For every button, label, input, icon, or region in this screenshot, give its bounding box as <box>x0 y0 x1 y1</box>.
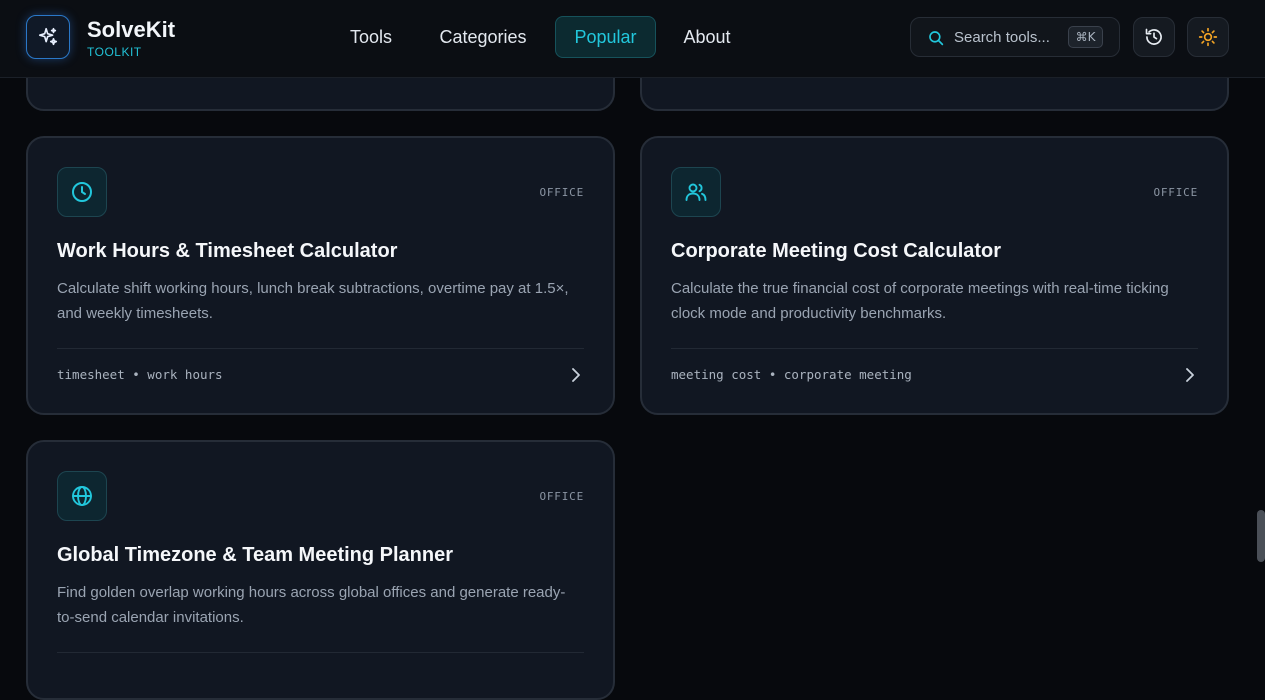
card-title[interactable]: Corporate Meeting Cost Calculator <box>671 240 1001 263</box>
card-tags: meeting cost • corporate meeting <box>671 367 912 382</box>
card-description: Find golden overlap working hours across… <box>57 584 566 626</box>
nav-tools[interactable]: Tools <box>339 16 403 58</box>
card-title[interactable]: Work Hours & Timesheet Calculator <box>57 240 397 263</box>
card-divider <box>671 348 1198 349</box>
logo-sparkles-icon[interactable] <box>26 15 70 59</box>
card-title[interactable]: Global Timezone & Team Meeting Planner <box>57 544 453 567</box>
brand-subtitle: TOOLKIT <box>87 45 142 59</box>
globe-icon <box>57 471 107 521</box>
card-description: Calculate the true financial cost of cor… <box>671 280 1169 322</box>
search-shortcut: ⌘K <box>1068 26 1103 48</box>
nav-about[interactable]: About <box>672 16 742 58</box>
search-placeholder: Search tools... <box>954 29 1050 46</box>
brand-name[interactable]: SolveKit <box>87 17 175 43</box>
search-icon <box>927 29 945 52</box>
theme-toggle-button[interactable] <box>1187 17 1229 57</box>
category-badge: OFFICE <box>539 186 584 199</box>
nav-popular[interactable]: Popular <box>555 16 656 58</box>
tool-card-meeting-cost[interactable]: OFFICE Corporate Meeting Cost Calculator… <box>640 136 1229 415</box>
card-description: Calculate shift working hours, lunch bre… <box>57 280 569 322</box>
chevron-right-icon[interactable] <box>570 367 582 388</box>
users-icon <box>671 167 721 217</box>
category-badge: OFFICE <box>539 490 584 503</box>
history-icon <box>1145 28 1162 45</box>
card-divider <box>57 652 584 653</box>
sun-icon <box>1198 27 1218 47</box>
clock-icon <box>57 167 107 217</box>
search-box[interactable]: Search tools... ⌘K <box>910 17 1120 57</box>
scrollbar-thumb[interactable] <box>1257 510 1265 562</box>
card-tags: timesheet • work hours <box>57 367 223 382</box>
chevron-right-icon[interactable] <box>1184 367 1196 388</box>
tool-card-timezone-planner[interactable]: OFFICE Global Timezone & Team Meeting Pl… <box>26 440 615 700</box>
nav-categories[interactable]: Categories <box>428 16 538 58</box>
card-divider <box>57 348 584 349</box>
history-button[interactable] <box>1133 17 1175 57</box>
top-navbar: SolveKit TOOLKIT Tools Categories Popula… <box>0 0 1265 78</box>
category-badge: OFFICE <box>1153 186 1198 199</box>
tool-card-work-hours[interactable]: OFFICE Work Hours & Timesheet Calculator… <box>26 136 615 415</box>
